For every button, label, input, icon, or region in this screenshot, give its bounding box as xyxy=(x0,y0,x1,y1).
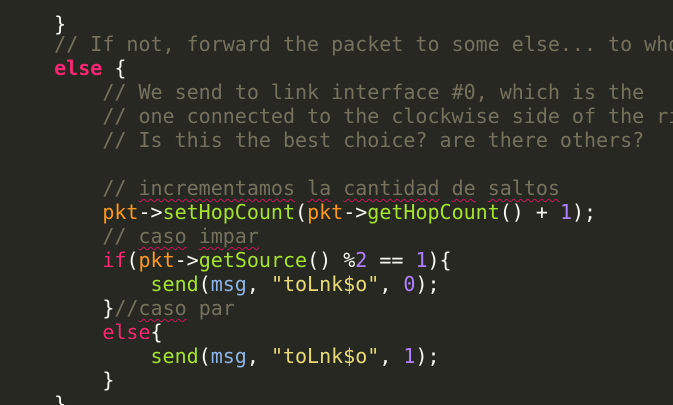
paren: ( xyxy=(295,200,308,224)
code-line-12: }//caso par xyxy=(6,272,234,320)
string-literal: "toLnk$o" xyxy=(270,344,380,368)
comma: , xyxy=(246,272,271,296)
code-line-8: pkt->setHopCount(pkt->getHopCount() + 1)… xyxy=(6,176,596,224)
arrow-operator: -> xyxy=(343,200,368,224)
comma: , xyxy=(379,272,404,296)
code-line-4: // one connected to the clockwise side o… xyxy=(6,80,673,128)
paren-semicolon: ); xyxy=(415,272,440,296)
operator: () + xyxy=(499,200,560,224)
comma: , xyxy=(246,344,271,368)
code-line-2: else { xyxy=(6,32,126,80)
comma: , xyxy=(379,344,404,368)
code-line-15: } xyxy=(6,344,114,392)
number-literal: 1 xyxy=(559,200,572,224)
code-line-1: // If not, forward the packet to some el… xyxy=(6,8,673,56)
code-line-11: send(msg, "toLnk$o", 0); xyxy=(6,248,440,296)
code-line-14: send(msg, "toLnk$o", 1); xyxy=(6,320,440,368)
string-literal: "toLnk$o" xyxy=(270,272,380,296)
function-getHopCount: getHopCount xyxy=(367,200,500,224)
closing-brace: } xyxy=(102,368,115,392)
code-line-7: // incrementamos la cantidad de saltos xyxy=(6,152,560,200)
code-line-9: // caso impar xyxy=(6,200,259,248)
number-literal: 0 xyxy=(403,272,416,296)
code-line-3: // We send to link interface #0, which i… xyxy=(6,56,644,104)
code-line-10: if(pkt->getSource() %2 == 1){ xyxy=(6,224,451,272)
code-line-16: } xyxy=(6,368,66,405)
number-literal: 1 xyxy=(403,344,416,368)
paren-semicolon: ); xyxy=(572,200,597,224)
comment-text: // If not, forward the packet to some el… xyxy=(54,32,673,56)
paren: ( xyxy=(198,344,211,368)
comment-text: // Is this the best choice? are there ot… xyxy=(54,128,645,152)
identifier-msg: msg xyxy=(210,344,247,368)
closing-brace: } xyxy=(54,392,67,405)
comment-text: par xyxy=(186,296,235,320)
paren-semicolon: ); xyxy=(415,344,440,368)
function-send: send xyxy=(150,344,199,368)
code-line-5: // Is this the best choice? are there ot… xyxy=(6,104,644,152)
code-editor[interactable]: } // If not, forward the packet to some … xyxy=(0,0,673,405)
code-line-13: else{ xyxy=(6,296,162,344)
identifier-pkt: pkt xyxy=(307,200,344,224)
